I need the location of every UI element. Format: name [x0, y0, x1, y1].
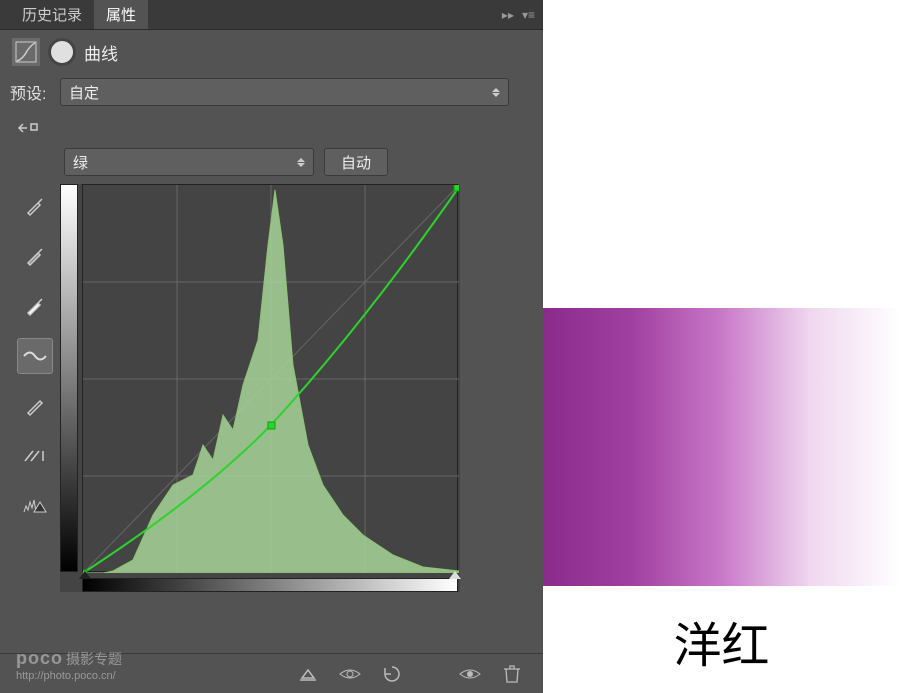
curve-grid[interactable]	[82, 184, 458, 572]
eyedropper-gray-icon[interactable]	[17, 238, 53, 274]
adjustment-header: 曲线	[0, 30, 543, 74]
side-tools	[10, 184, 60, 592]
layer-mask-icon[interactable]	[48, 38, 76, 66]
histogram-warn-icon[interactable]	[17, 488, 53, 524]
tab-properties[interactable]: 属性	[94, 0, 148, 29]
curves-adjustment-icon	[12, 38, 40, 66]
properties-panel: 历史记录 属性 ▸▸ ▾≡ 曲线 预设: 自定	[0, 0, 543, 693]
curve-graph[interactable]	[60, 184, 460, 592]
preset-row: 预设: 自定	[10, 78, 509, 106]
auto-button[interactable]: 自动	[324, 148, 388, 176]
clip-to-layer-icon[interactable]	[295, 661, 321, 687]
magenta-gradient-swatch	[543, 308, 900, 586]
smooth-icon[interactable]	[17, 438, 53, 474]
input-gradient[interactable]	[82, 578, 458, 592]
delete-icon[interactable]	[499, 661, 525, 687]
preset-label: 预设:	[10, 80, 54, 104]
black-point-slider[interactable]	[79, 571, 91, 579]
hand-tool-icon[interactable]	[16, 116, 44, 140]
watermark: poco 摄影专题 http://photo.poco.cn/	[16, 648, 122, 683]
view-previous-icon[interactable]	[337, 661, 363, 687]
toggle-visibility-icon[interactable]	[457, 661, 483, 687]
collapse-icon[interactable]: ▸▸	[502, 8, 514, 22]
color-swatch-panel: 洋红	[543, 0, 900, 693]
reset-icon[interactable]	[379, 661, 405, 687]
curve-edit-icon[interactable]	[17, 338, 53, 374]
eyedropper-black-icon[interactable]	[17, 188, 53, 224]
pencil-icon[interactable]	[17, 388, 53, 424]
output-gradient	[60, 184, 78, 572]
panel-menu-icon[interactable]: ▾≡	[522, 8, 535, 22]
channel-value: 绿	[73, 152, 88, 173]
white-point-slider[interactable]	[449, 571, 461, 579]
preset-value: 自定	[69, 82, 99, 103]
preset-select[interactable]: 自定	[60, 78, 509, 106]
eyedropper-white-icon[interactable]	[17, 288, 53, 324]
swatch-label: 洋红	[543, 606, 900, 676]
tabs: 历史记录 属性 ▸▸ ▾≡	[0, 0, 543, 30]
tab-history[interactable]: 历史记录	[10, 0, 94, 29]
adjustment-title: 曲线	[84, 40, 118, 65]
channel-select[interactable]: 绿	[64, 148, 314, 176]
